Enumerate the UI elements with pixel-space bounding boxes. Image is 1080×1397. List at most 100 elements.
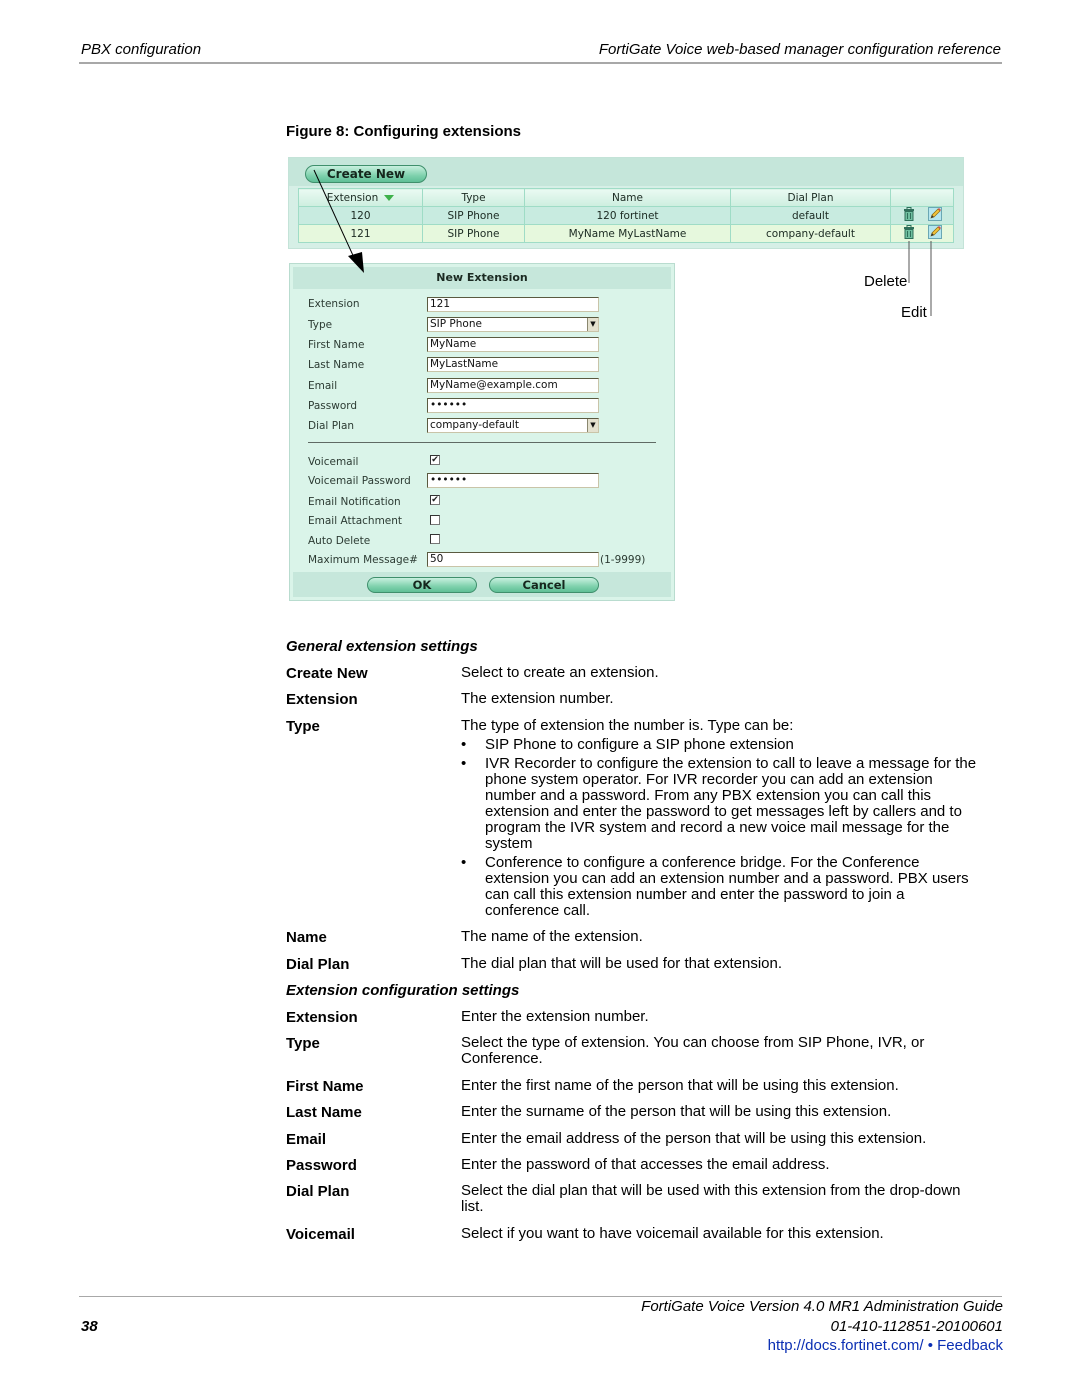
cell-type: SIP Phone [422, 206, 525, 225]
dialog-footer: OK Cancel [293, 572, 671, 597]
desc-first-name: Enter the first name of the person that … [461, 1077, 899, 1094]
term-name: Name [286, 929, 327, 946]
desc-password: Enter the password of that accesses the … [461, 1156, 830, 1173]
voicemail-label: Voicemail [308, 456, 359, 468]
term-create-new: Create New [286, 665, 368, 682]
ok-button[interactable]: OK [367, 577, 477, 593]
voicemail-password-input[interactable]: •••••• [427, 473, 599, 488]
trash-icon[interactable] [902, 207, 916, 224]
cell-actions [890, 206, 954, 225]
desc-dial-plan: The dial plan that will be used for that… [461, 955, 783, 972]
extension-list-panel: Create New Extension Type Name Dial Plan… [288, 157, 964, 249]
footer-guide-title: FortiGate Voice Version 4.0 MR1 Administ… [641, 1298, 1003, 1315]
term-extension: Extension [286, 691, 358, 708]
pencil-icon[interactable] [927, 225, 942, 242]
cell-name: 120 fortinet [524, 206, 731, 225]
cell-actions [890, 224, 954, 243]
dropdown-arrow-icon[interactable]: ▼ [587, 318, 598, 331]
auto-delete-label: Auto Delete [308, 535, 371, 547]
email-label: Email [308, 380, 338, 392]
column-header-type[interactable]: Type [422, 188, 525, 207]
term-type: Type [286, 718, 320, 735]
maximum-message-label: Maximum Message# [308, 554, 418, 566]
auto-delete-checkbox[interactable] [430, 534, 440, 544]
new-extension-dialog: New Extension Extension 121 Type SIP Pho… [289, 263, 675, 601]
cell-name: MyName MyLastName [524, 224, 731, 243]
column-header-actions [890, 188, 954, 207]
cancel-button[interactable]: Cancel [489, 577, 599, 593]
list-toolbar: Create New [289, 158, 963, 186]
maximum-message-range-hint: (1-9999) [600, 554, 646, 566]
cell-extension: 121 [298, 224, 423, 243]
cell-dial-plan: company-default [730, 224, 891, 243]
type-label: Type [308, 319, 333, 331]
type-select[interactable]: SIP Phone ▼ [427, 317, 599, 332]
desc-extension: The extension number. [461, 690, 614, 707]
term-password: Password [286, 1157, 357, 1174]
term-dial-plan: Dial Plan [286, 1183, 350, 1200]
dialog-title: New Extension [293, 267, 671, 289]
term-extension: Extension [286, 1009, 358, 1026]
voicemail-password-label: Voicemail Password [308, 475, 411, 487]
document-number: 01-410-112851-20100601 [830, 1318, 1003, 1335]
dropdown-arrow-icon[interactable]: ▼ [587, 419, 598, 432]
email-input[interactable]: MyName@example.com [427, 378, 599, 393]
delete-callout-label: Delete [864, 273, 908, 290]
column-header-extension[interactable]: Extension [298, 188, 423, 207]
maximum-message-input[interactable]: 50 [427, 552, 599, 567]
cell-type: SIP Phone [422, 224, 525, 243]
pencil-icon[interactable] [927, 207, 942, 224]
feedback-link[interactable]: Feedback [937, 1337, 1003, 1354]
general-settings-title: General extension settings [286, 638, 478, 655]
password-input[interactable]: •••••• [427, 398, 599, 413]
table-row: 121 SIP Phone MyName MyLastName company-… [298, 224, 954, 243]
page-number: 38 [81, 1318, 98, 1335]
edit-callout-label: Edit [901, 304, 927, 321]
bullet-sip-phone: SIP Phone to configure a SIP phone exten… [461, 737, 981, 754]
term-email: Email [286, 1131, 327, 1148]
bullet-ivr-recorder: IVR Recorder to configure the extension … [461, 756, 981, 852]
desc-dial-plan: Select the dial plan that will be used w… [461, 1182, 961, 1215]
table-header-row: Extension Type Name Dial Plan [298, 188, 954, 207]
footer-divider [79, 1296, 1002, 1297]
dial-plan-select[interactable]: company-default ▼ [427, 418, 599, 433]
email-notification-checkbox[interactable]: ✔ [430, 495, 440, 505]
column-header-name[interactable]: Name [524, 188, 731, 207]
running-header-section: PBX configuration [81, 41, 202, 58]
dialog-divider [308, 442, 656, 443]
footer-links: http://docs.fortinet.com/ • Feedback [768, 1337, 1003, 1354]
extension-label: Extension [308, 298, 360, 310]
config-settings-title: Extension configuration settings [286, 982, 520, 999]
last-name-input[interactable]: MyLastName [427, 357, 599, 372]
desc-email: Enter the email address of the person th… [461, 1130, 927, 1147]
cell-dial-plan: default [730, 206, 891, 225]
type-bullet-list: SIP Phone to configure a SIP phone exten… [461, 737, 981, 919]
desc-create-new: Select to create an extension. [461, 664, 659, 681]
extension-table: Extension Type Name Dial Plan 120 SIP Ph… [298, 188, 954, 243]
desc-name: The name of the extension. [461, 928, 643, 945]
extension-input[interactable]: 121 [427, 297, 599, 312]
email-attachment-checkbox[interactable] [430, 515, 440, 525]
email-notification-label: Email Notification [308, 496, 401, 508]
docs-link[interactable]: http://docs.fortinet.com/ [768, 1337, 924, 1354]
term-dial-plan: Dial Plan [286, 956, 350, 973]
create-new-button[interactable]: Create New [305, 165, 427, 183]
desc-type: The type of extension the number is. Typ… [461, 718, 981, 919]
link-separator: • [923, 1337, 938, 1354]
term-voicemail: Voicemail [286, 1226, 355, 1243]
cell-extension: 120 [298, 206, 423, 225]
trash-icon[interactable] [902, 225, 916, 242]
password-label: Password [308, 400, 358, 412]
bullet-conference: Conference to configure a conference bri… [461, 855, 981, 919]
desc-voicemail: Select if you want to have voicemail ava… [461, 1225, 884, 1242]
voicemail-checkbox[interactable]: ✔ [430, 455, 440, 465]
email-attachment-label: Email Attachment [308, 515, 403, 527]
figure-title: Figure 8: Configuring extensions [286, 123, 522, 140]
desc-last-name: Enter the surname of the person that wil… [461, 1103, 892, 1120]
sort-descending-icon [384, 194, 395, 201]
term-first-name: First Name [286, 1078, 364, 1095]
table-row: 120 SIP Phone 120 fortinet default [298, 206, 954, 225]
column-header-dial-plan[interactable]: Dial Plan [730, 188, 891, 207]
term-last-name: Last Name [286, 1104, 362, 1121]
first-name-input[interactable]: MyName [427, 337, 599, 352]
